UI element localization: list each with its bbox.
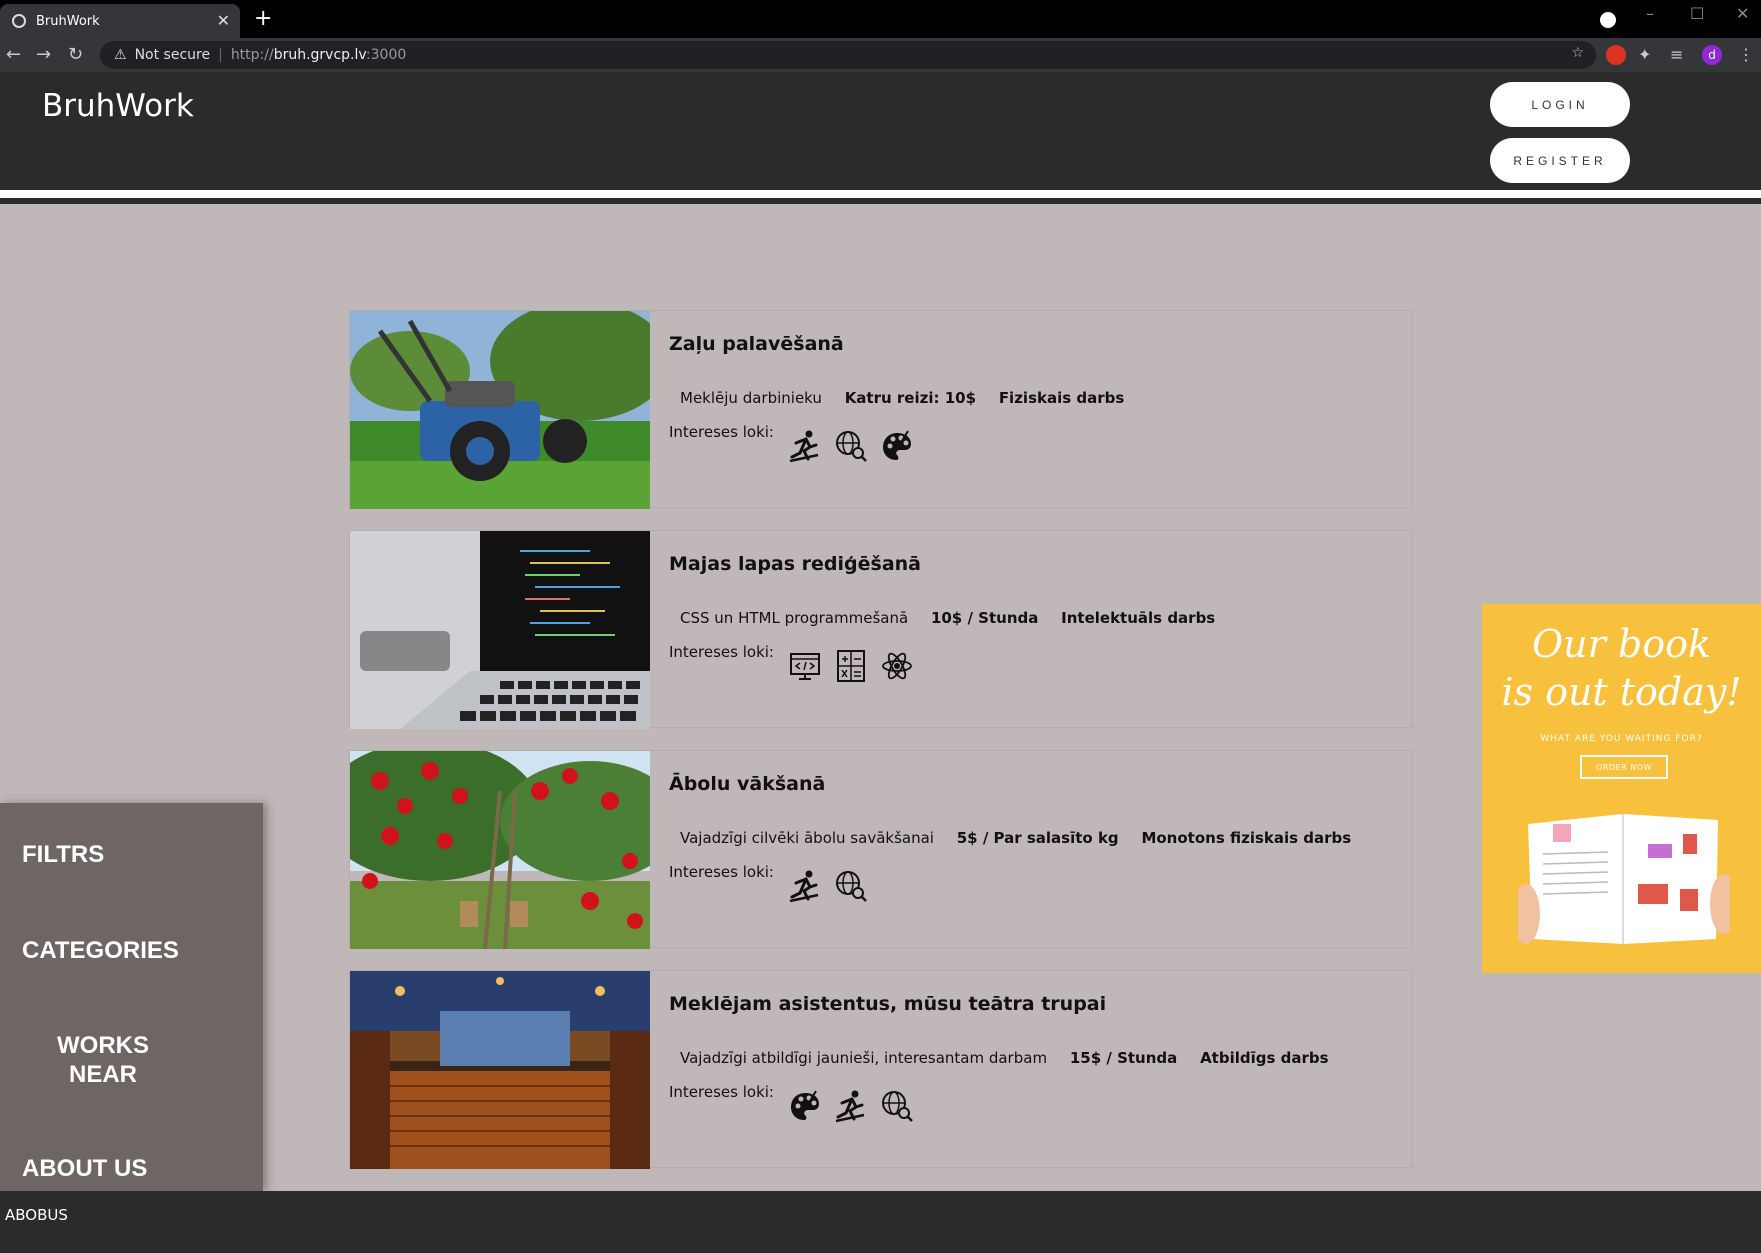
sidebar-item-filtrs[interactable]: FILTRS	[22, 841, 104, 869]
reload-icon[interactable]: ↻	[68, 44, 83, 65]
site-footer: ABOBUS	[0, 1191, 1761, 1253]
interest-icons	[788, 649, 914, 683]
book-illustration	[1518, 814, 1730, 944]
extension-adblock-icon[interactable]	[1606, 45, 1626, 65]
atom-icon	[882, 652, 912, 680]
listing-card[interactable]: Ābolu vākšanā Vajadzīgi cilvēki ābolu sa…	[349, 750, 1413, 949]
reading-list-icon[interactable]: ≡	[1670, 45, 1690, 65]
sidebar-item-about-us[interactable]: ABOUT US	[22, 1155, 147, 1183]
listing-price: 15$ / Stunda	[1069, 1049, 1178, 1067]
listing-card[interactable]: Majas lapas rediģēšanā CSS un HTML progr…	[349, 530, 1413, 729]
listing-type: Monotons fiziskais darbs	[1141, 829, 1352, 847]
sport-icon	[835, 1090, 865, 1123]
header-divider	[0, 190, 1761, 198]
listing-meta: CSS un HTML programmešanā 10$ / Stunda I…	[680, 609, 1233, 627]
address-separator: |	[218, 47, 223, 63]
ad-headline: Our book is out today!	[1501, 622, 1742, 714]
listing-image-laptop	[350, 531, 650, 729]
listing-type: Fiziskais darbs	[998, 389, 1125, 407]
globe-search-icon	[836, 431, 867, 462]
ad-order-button[interactable]: ORDER NOW	[1580, 755, 1668, 779]
maximize-icon[interactable]: ☐	[1690, 4, 1704, 23]
bookmark-star-icon[interactable]: ☆	[1571, 45, 1584, 61]
register-button[interactable]: REGISTER	[1490, 138, 1630, 183]
palette-icon	[791, 1090, 819, 1120]
new-tab-button[interactable]: +	[254, 6, 272, 31]
listing-meta: Vajadzīgi cilvēki ābolu savākšanai 5$ / …	[680, 829, 1369, 847]
login-button[interactable]: LOGIN	[1490, 82, 1630, 127]
browser-tab-strip: BruhWork ✕ + – ☐ ✕	[0, 0, 1761, 38]
interests-label: Intereses loki:	[669, 643, 774, 661]
browser-menu-icon[interactable]: ⋮	[1738, 45, 1758, 65]
listing-description: Meklēju darbinieku	[680, 389, 822, 407]
url-text: http://bruh.grvcp.lv:3000	[230, 47, 407, 63]
listing-description: Vajadzīgi cilvēki ābolu savākšanai	[680, 829, 934, 847]
listing-meta: Vajadzīgi atbildīgi jaunieši, interesant…	[680, 1049, 1347, 1067]
ad-banner[interactable]: Our book is out today! WHAT ARE YOU WAIT…	[1482, 604, 1761, 973]
browser-toolbar: ← → ↻ ⚠ Not secure | http://bruh.grvcp.l…	[0, 38, 1761, 72]
sidebar-item-works-near[interactable]: WORKS NEAR	[50, 1031, 156, 1089]
back-icon[interactable]: ←	[6, 44, 21, 65]
globe-search-icon	[836, 871, 867, 902]
listing-card[interactable]: Meklējam asistentus, mūsu teātra trupai …	[349, 970, 1413, 1169]
listing-image-apples	[350, 751, 650, 949]
listing-meta: Meklēju darbinieku Katru reizi: 10$ Fizi…	[680, 389, 1142, 407]
calculator-icon	[837, 650, 865, 682]
interest-icons	[788, 1089, 914, 1123]
warning-icon: ⚠	[114, 47, 127, 63]
browser-tab[interactable]: BruhWork ✕	[0, 4, 240, 38]
listing-title[interactable]: Ābolu vākšanā	[669, 773, 825, 795]
interests-label: Intereses loki:	[669, 423, 774, 441]
tab-title: BruhWork	[36, 13, 100, 29]
globe-icon	[12, 14, 26, 28]
listing-description: CSS un HTML programmešanā	[680, 609, 909, 627]
listing-card[interactable]: Zaļu palavēšanā Meklēju darbinieku Katru…	[349, 310, 1413, 509]
sidebar-item-categories[interactable]: CATEGORIES	[22, 937, 179, 965]
listing-title[interactable]: Meklējam asistentus, mūsu teātra trupai	[669, 993, 1106, 1015]
security-label: Not secure	[134, 47, 211, 63]
window-close-icon[interactable]: ✕	[1736, 4, 1749, 23]
close-tab-icon[interactable]: ✕	[217, 11, 230, 30]
footer-text: ABOBUS	[5, 1206, 68, 1224]
listings: Zaļu palavēšanā Meklēju darbinieku Katru…	[349, 310, 1413, 1190]
extensions-puzzle-icon[interactable]: ✦	[1638, 45, 1658, 65]
sport-icon	[789, 430, 819, 463]
interests-label: Intereses loki:	[669, 863, 774, 881]
header-divider-dark	[0, 198, 1761, 204]
interests-label: Intereses loki:	[669, 1083, 774, 1101]
sport-icon	[789, 870, 819, 903]
listing-price: 10$ / Stunda	[930, 609, 1039, 627]
profile-avatar[interactable]: d	[1702, 45, 1722, 65]
interest-icons	[788, 869, 868, 903]
coding-icon	[790, 653, 820, 680]
minimize-icon[interactable]: –	[1646, 4, 1654, 23]
globe-search-icon	[882, 1091, 913, 1122]
ad-subline: WHAT ARE YOU WAITING FOR?	[1540, 734, 1703, 744]
site-logo[interactable]: BruhWork	[42, 88, 194, 124]
tab-search-icon[interactable]	[1600, 12, 1616, 28]
site-header: BruhWork LOGIN REGISTER	[0, 72, 1761, 190]
listing-image-lawnmower	[350, 311, 650, 509]
palette-icon	[883, 430, 911, 460]
sidebar: FILTRS CATEGORIES WORKS NEAR ABOUT US	[0, 803, 263, 1191]
interest-icons	[788, 429, 914, 463]
listing-type: Atbildīgs darbs	[1200, 1049, 1329, 1067]
listing-description: Vajadzīgi atbildīgi jaunieši, interesant…	[680, 1049, 1048, 1067]
address-bar[interactable]: ⚠ Not secure | http://bruh.grvcp.lv:3000…	[100, 41, 1596, 69]
listing-title[interactable]: Zaļu palavēšanā	[669, 333, 844, 355]
listing-price: Katru reizi: 10$	[844, 389, 977, 407]
forward-icon[interactable]: →	[36, 44, 51, 65]
listing-title[interactable]: Majas lapas rediģēšanā	[669, 553, 921, 575]
listing-price: 5$ / Par salasīto kg	[956, 829, 1119, 847]
listing-type: Intelektuāls darbs	[1061, 609, 1216, 627]
listing-image-theatre	[350, 971, 650, 1169]
